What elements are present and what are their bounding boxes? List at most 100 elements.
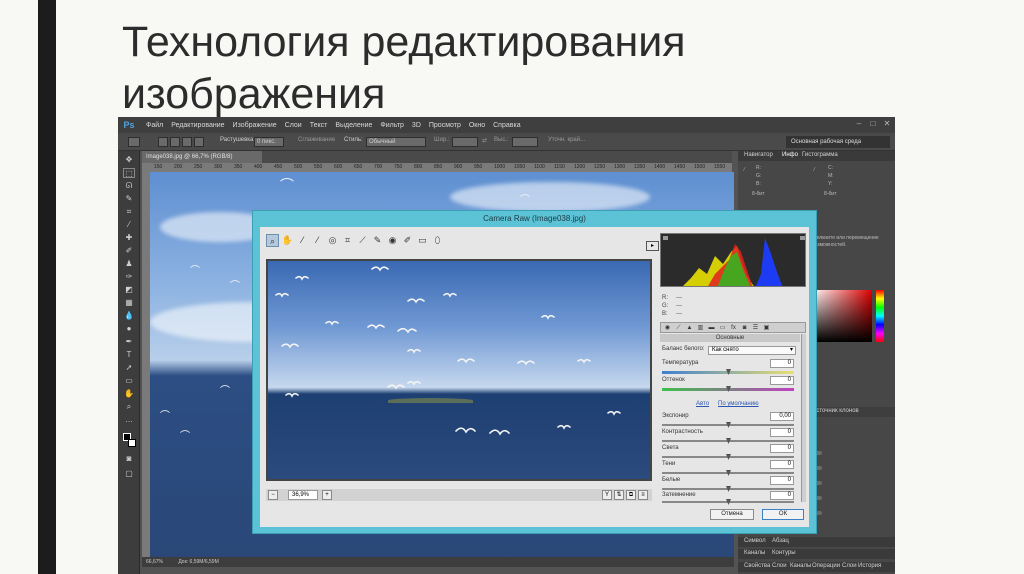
snapshots-tab-icon[interactable]: ▣ <box>762 324 771 332</box>
hue-slider[interactable] <box>876 290 884 342</box>
menu-help[interactable]: Справка <box>493 122 520 129</box>
move-tool-icon[interactable]: ✥ <box>123 155 135 165</box>
exposure-value[interactable]: 0,00 <box>770 412 794 421</box>
basic-tab-icon[interactable]: ◉ <box>663 324 672 332</box>
white-balance-select[interactable]: Как снято ▾ <box>708 346 796 355</box>
zoom-tool-icon[interactable]: ⌕ <box>266 234 279 247</box>
adjustment-brush-icon[interactable]: ✐ <box>401 234 414 247</box>
tab-layers[interactable]: Слои <box>772 563 787 569</box>
dodge-tool-icon[interactable]: ● <box>123 324 135 334</box>
workspace-select[interactable]: Основная рабочая среда <box>786 136 890 148</box>
pen-tool-icon[interactable]: ✒ <box>123 337 135 347</box>
presets-tab-icon[interactable]: ☰ <box>751 324 760 332</box>
menu-edit[interactable]: Редактирование <box>171 122 224 129</box>
tab-history[interactable]: История <box>858 563 881 569</box>
background-color-swatch[interactable] <box>128 439 136 447</box>
menu-view[interactable]: Просмотр <box>429 122 461 129</box>
subtract-selection-icon[interactable] <box>182 137 192 147</box>
shape-tool-icon[interactable]: ▭ <box>123 376 135 386</box>
target-adjust-icon[interactable]: ◎ <box>326 234 339 247</box>
contrast-slider[interactable] <box>662 438 794 444</box>
tab-actions[interactable]: Операции <box>812 563 840 569</box>
contrast-value[interactable]: 0 <box>770 428 794 437</box>
hand-tool-icon[interactable]: ✋ <box>281 234 294 247</box>
shadows-slider[interactable] <box>662 470 794 476</box>
quick-select-tool-icon[interactable]: ✎ <box>123 194 135 204</box>
quick-mask-icon[interactable]: ◙ <box>123 454 135 464</box>
highlights-slider[interactable] <box>662 454 794 460</box>
tab-layers-2[interactable]: Слои <box>842 563 857 569</box>
tab-paths[interactable]: Контуры <box>772 550 796 556</box>
style-select[interactable]: Обычный <box>366 137 426 147</box>
straighten-tool-icon[interactable]: ⟋ <box>356 234 369 247</box>
brush-tool-icon[interactable]: ✐ <box>123 246 135 256</box>
zoom-in-button[interactable]: + <box>322 490 332 500</box>
before-after-icon[interactable]: Y <box>602 490 612 500</box>
graduated-filter-icon[interactable]: ▭ <box>416 234 429 247</box>
intersect-selection-icon[interactable] <box>194 137 204 147</box>
tab-paragraph[interactable]: Абзац <box>772 538 789 544</box>
tone-curve-tab-icon[interactable]: ⟋ <box>674 324 683 332</box>
slider-thumb[interactable] <box>726 499 731 505</box>
tab-info[interactable]: Инфо <box>782 152 798 158</box>
slider-thumb[interactable] <box>726 486 731 492</box>
whites-slider[interactable] <box>662 486 794 492</box>
eyedropper-tool-icon[interactable]: ⁄ <box>123 220 135 230</box>
document-tab[interactable]: Image038.jpg @ 66,7% (RGB/8) <box>142 151 262 163</box>
highlights-value[interactable]: 0 <box>770 444 794 453</box>
slider-thumb[interactable] <box>726 454 731 460</box>
lasso-tool-icon[interactable]: ᘏ <box>123 181 135 191</box>
tab-properties[interactable]: Свойства <box>744 563 770 569</box>
spot-removal-icon[interactable]: ✎ <box>371 234 384 247</box>
hsl-tab-icon[interactable]: ▥ <box>696 324 705 332</box>
swap-settings-icon[interactable]: ⇅ <box>614 490 624 500</box>
feather-input[interactable]: 0 пикс. <box>254 137 284 147</box>
hand-tool-icon[interactable]: ✋ <box>123 389 135 399</box>
tab-navigator[interactable]: Навигатор <box>744 152 773 158</box>
stamp-tool-icon[interactable]: ♟ <box>123 259 135 269</box>
menu-file[interactable]: Файл <box>146 122 163 129</box>
split-toning-tab-icon[interactable]: ▬ <box>707 324 716 332</box>
panel-scrollbar[interactable] <box>801 334 806 502</box>
menu-window[interactable]: Окно <box>469 122 485 129</box>
menu-layers[interactable]: Слои <box>285 122 302 129</box>
close-icon[interactable]: ✕ <box>882 119 892 129</box>
slider-thumb[interactable] <box>726 369 731 375</box>
whites-value[interactable]: 0 <box>770 476 794 485</box>
slider-thumb[interactable] <box>726 422 731 428</box>
lens-tab-icon[interactable]: ▭ <box>718 324 727 332</box>
maximize-icon[interactable]: □ <box>868 119 878 129</box>
zoom-out-button[interactable]: − <box>268 490 278 500</box>
width-input[interactable] <box>452 137 478 147</box>
menu-3d[interactable]: 3D <box>412 122 421 129</box>
menu-filter[interactable]: Фильтр <box>380 122 404 129</box>
white-balance-tool-icon[interactable]: ⁄ <box>296 234 309 247</box>
tab-channels-2[interactable]: Каналы <box>790 563 811 569</box>
temperature-value[interactable]: 0 <box>770 359 794 368</box>
more-tools-icon[interactable]: … <box>123 415 135 425</box>
shadows-value[interactable]: 0 <box>770 460 794 469</box>
menu-image[interactable]: Изображение <box>233 122 277 129</box>
effects-tab-icon[interactable]: fx <box>729 324 738 332</box>
healing-tool-icon[interactable]: ✚ <box>123 233 135 243</box>
blacks-value[interactable]: 0 <box>770 491 794 500</box>
radial-filter-icon[interactable]: ⬯ <box>431 234 444 247</box>
camera-raw-preview[interactable] <box>266 259 652 481</box>
slider-thumb[interactable] <box>726 438 731 444</box>
red-eye-icon[interactable]: ◉ <box>386 234 399 247</box>
ok-button[interactable]: ОК <box>762 509 804 520</box>
auto-link[interactable]: Авто <box>696 401 709 407</box>
tint-slider[interactable] <box>662 386 794 392</box>
slider-thumb[interactable] <box>726 386 731 392</box>
swap-icon[interactable]: ⇄ <box>482 137 487 144</box>
blacks-slider[interactable] <box>662 499 794 505</box>
crop-tool-icon[interactable]: ⌗ <box>123 207 135 217</box>
tab-histogram[interactable]: Гистограмма <box>802 152 838 158</box>
marquee-tool-icon[interactable]: ⬚ <box>123 168 135 178</box>
new-selection-icon[interactable] <box>158 137 168 147</box>
eraser-tool-icon[interactable]: ◩ <box>123 285 135 295</box>
color-sampler-icon[interactable]: ⁄ <box>311 234 324 247</box>
blur-tool-icon[interactable]: 💧 <box>123 311 135 321</box>
refine-edge-button[interactable]: Уточн. край... <box>548 137 585 143</box>
tab-character[interactable]: Символ <box>744 538 766 544</box>
